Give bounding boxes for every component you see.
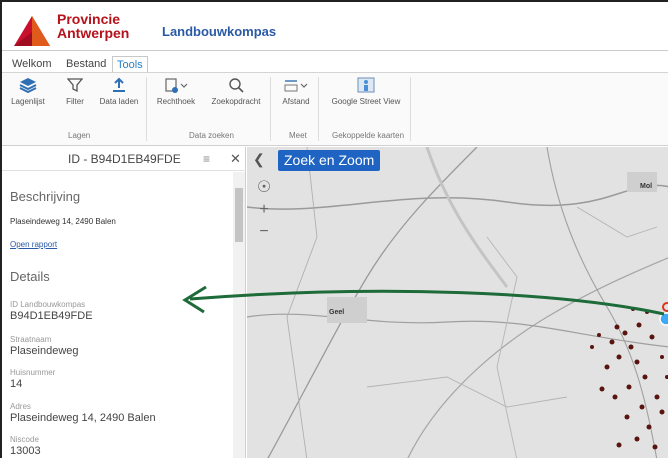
field-label: Straatnaam <box>10 335 52 344</box>
map-controls: ☉ + − <box>253 177 275 243</box>
group-separator <box>270 77 271 141</box>
field-value: B94D1EB49FDE <box>10 310 93 322</box>
panel-scrollbar[interactable] <box>233 172 245 458</box>
upload-icon <box>113 77 125 92</box>
map-canvas <box>247 147 668 458</box>
open-report-link[interactable]: Open rapport <box>10 240 57 249</box>
tab-tools[interactable]: Tools <box>112 56 148 73</box>
header-divider <box>2 50 668 51</box>
filter-label: Filter <box>66 97 84 106</box>
panel-content: Beschrijving Plaseindeweg 14, 2490 Balen… <box>2 172 232 458</box>
rectangle-select-icon <box>165 78 188 93</box>
scrollbar-thumb[interactable] <box>235 188 243 242</box>
field-value: Plaseindeweg <box>10 345 79 357</box>
field-label: ID Landbouwkompas <box>10 300 86 309</box>
afstand-label: Afstand <box>282 97 310 106</box>
map-label-mol: Mol <box>640 183 653 190</box>
ribbon-toolbar: Lagenlijst Filter Data laden Lagen Recht… <box>2 73 668 146</box>
map-view[interactable]: ❮ Zoek en Zoom ☉ + − Geel Mol <box>247 147 668 458</box>
app-window: Provincie Antwerpen Landbouwkompas Welko… <box>0 0 668 458</box>
province-logo-icon <box>14 16 50 46</box>
zoekopdracht-label: Zoekopdracht <box>211 97 261 106</box>
group-label-data-zoeken: Data zoeken <box>189 131 234 140</box>
menu-icon[interactable]: ≡ <box>203 152 210 166</box>
field-label: Niscode <box>10 435 39 444</box>
description-text: Plaseindeweg 14, 2490 Balen <box>10 217 116 226</box>
brand-line-2: Antwerpen <box>57 25 130 41</box>
map-label-geel: Geel <box>329 309 345 316</box>
locate-icon[interactable]: ☉ <box>253 177 275 199</box>
zoekopdracht-button[interactable]: Zoekopdracht <box>208 77 264 121</box>
field-label: Adres <box>10 402 31 411</box>
details-heading: Details <box>10 269 50 284</box>
rechthoek-button[interactable]: Rechthoek <box>154 77 198 121</box>
rechthoek-label: Rechthoek <box>156 97 196 106</box>
data-laden-button[interactable]: Data laden <box>98 77 140 121</box>
measure-icon <box>284 80 308 92</box>
filter-button[interactable]: Filter <box>60 77 90 121</box>
group-label-meet: Meet <box>289 131 307 140</box>
ribbon-tabs: Welkom Bestand Tools <box>2 56 668 73</box>
tab-welkom[interactable]: Welkom <box>8 56 56 73</box>
afstand-button[interactable]: Afstand <box>278 77 314 121</box>
group-label-lagen: Lagen <box>68 131 91 140</box>
close-icon[interactable]: ✕ <box>230 151 241 167</box>
group-separator <box>410 77 411 141</box>
zoek-en-zoom-label[interactable]: Zoek en Zoom <box>278 150 381 171</box>
description-heading: Beschrijving <box>10 189 81 204</box>
details-panel: ID - B94D1EB49FDE ≡ ✕ Beschrijving Plase… <box>2 147 246 458</box>
field-value: 13003 <box>10 445 41 457</box>
google-street-view-label: Google Street View <box>331 97 401 106</box>
zoom-in-button[interactable]: + <box>253 199 275 221</box>
lagenlijst-label: Lagenlijst <box>11 97 45 106</box>
panel-header: ID - B94D1EB49FDE ≡ ✕ <box>2 147 246 171</box>
filter-icon <box>67 78 83 93</box>
zoom-out-button[interactable]: − <box>253 221 275 243</box>
tab-bestand[interactable]: Bestand <box>62 56 110 73</box>
group-separator <box>146 77 147 141</box>
streetview-icon <box>357 77 375 93</box>
app-header: Provincie Antwerpen Landbouwkompas <box>2 2 668 52</box>
collapse-panel-icon[interactable]: ❮ <box>253 151 265 168</box>
group-label-gekoppelde-kaarten: Gekoppelde kaarten <box>332 131 405 140</box>
brand-line-1: Provincie <box>57 11 121 27</box>
lagenlijst-button[interactable]: Lagenlijst <box>10 77 46 121</box>
app-title: Landbouwkompas <box>162 24 277 39</box>
field-label: Huisnummer <box>10 368 56 377</box>
layers-icon <box>19 78 37 93</box>
panel-title: ID - B94D1EB49FDE <box>68 152 181 166</box>
query-icon <box>229 78 244 93</box>
data-laden-label: Data laden <box>99 97 139 106</box>
group-separator <box>318 77 319 141</box>
google-street-view-button[interactable]: Google Street View <box>326 77 406 121</box>
field-value: Plaseindeweg 14, 2490 Balen <box>10 412 156 424</box>
field-value: 14 <box>10 378 23 390</box>
selected-marker-icon[interactable] <box>659 312 668 326</box>
